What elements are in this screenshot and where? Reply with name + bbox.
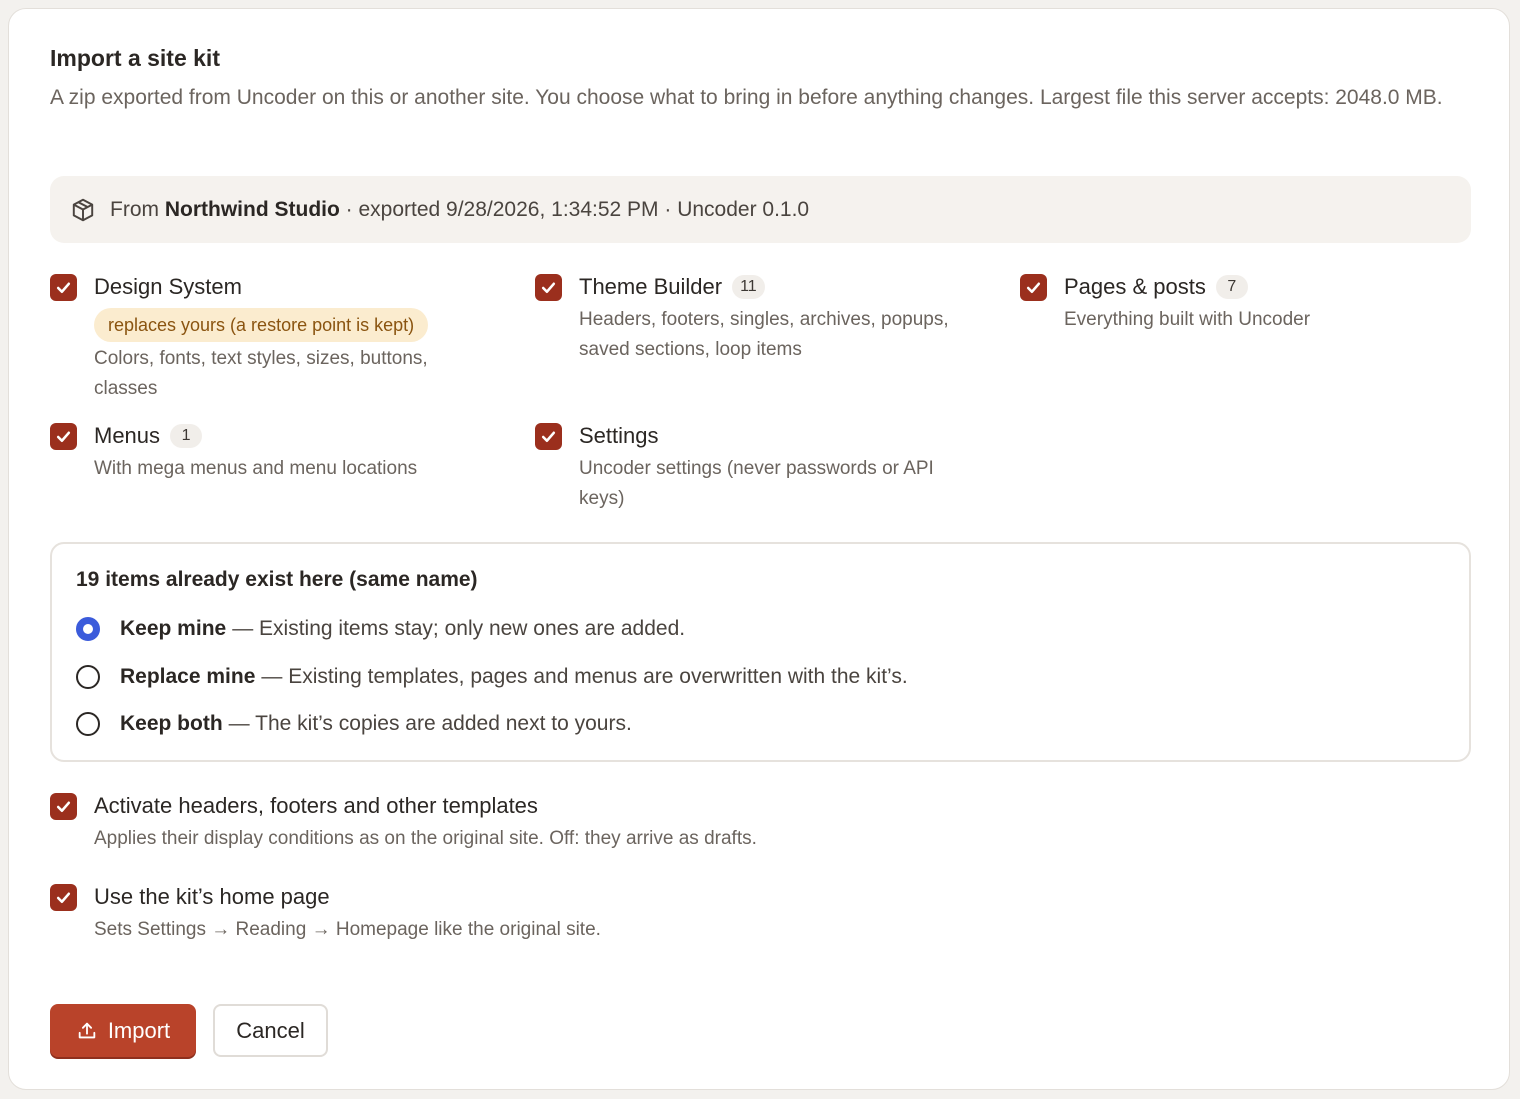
check-icon [1026,282,1041,294]
part-label: Settings [579,423,659,448]
radio-keep-mine[interactable] [76,617,100,641]
option-description: — The kit’s copies are added next to you… [228,712,632,735]
check-icon [56,801,71,813]
check-icon [56,892,71,904]
conflict-option-keep-both[interactable]: Keep both — The kit’s copies are added n… [76,712,632,736]
theme-builder-checkbox[interactable] [535,274,562,301]
check-icon [541,431,556,443]
check-icon [541,282,556,294]
count-badge: 11 [732,275,765,299]
menus-checkbox[interactable] [50,423,77,450]
part-label: Pages & posts 7 [1064,274,1464,300]
source-details: · exported 9/28/2026, 1:34:52 PM · Uncod… [345,197,810,221]
part-label: Theme Builder 11 [579,274,989,300]
conflict-resolution-panel: 19 items already exist here (same name) … [50,542,1471,762]
pages-posts-checkbox[interactable] [1020,274,1047,301]
option-label: Use the kit’s home page [94,884,330,909]
option-label: Activate headers, footers and other temp… [94,793,538,818]
radio-keep-both[interactable] [76,712,100,736]
kit-source-banner: From Northwind Studio · exported 9/28/20… [50,176,1471,243]
option-description: — Existing items stay; only new ones are… [232,617,686,640]
part-description: Everything built with Uncoder [1064,309,1311,330]
settings-checkbox[interactable] [535,423,562,450]
part-description: Colors, fonts, text styles, sizes, butto… [94,348,428,399]
option-description: Applies their display conditions as on t… [94,828,757,849]
count-badge: 7 [1215,275,1248,299]
option-description: Sets Settings → Reading → Homepage like … [94,919,601,940]
part-description: Headers, footers, singles, archives, pop… [579,309,949,360]
activate-templates-checkbox[interactable] [50,793,77,820]
dialog-description: A zip exported from Uncoder on this or a… [50,86,1443,109]
upload-icon [78,1022,96,1038]
option-label: Replace mine [120,665,256,688]
dialog-title: Import a site kit [50,45,220,71]
part-label: Design System [94,274,242,299]
use-home-page-checkbox[interactable] [50,884,77,911]
conflict-option-replace-mine[interactable]: Replace mine — Existing templates, pages… [76,665,908,689]
check-icon [56,282,71,294]
option-label: Keep both [120,712,223,735]
source-site-name: Northwind Studio [164,197,340,221]
source-prefix: From [110,197,159,221]
option-label: Keep mine [120,617,227,640]
import-dialog: Import a site kit A zip exported from Un… [8,8,1510,1090]
conflict-title: 19 items already exist here (same name) [76,568,478,591]
part-description: With mega menus and menu locations [94,458,418,479]
radio-replace-mine[interactable] [76,665,100,689]
replace-warning-badge: replaces yours (a restore point is kept) [94,308,429,342]
design-system-checkbox[interactable] [50,274,77,301]
cancel-button[interactable]: Cancel [213,1004,328,1057]
import-button[interactable]: Import [50,1004,196,1057]
conflict-option-keep-mine[interactable]: Keep mine — Existing items stay; only ne… [76,617,685,641]
import-label: Import [107,1017,171,1043]
check-icon [56,431,71,443]
option-description: — Existing templates, pages and menus ar… [261,665,908,688]
part-label: Menus 1 [94,423,494,449]
part-description: Uncoder settings (never passwords or API… [579,458,934,509]
package-icon [70,197,96,223]
count-badge: 1 [170,424,203,448]
